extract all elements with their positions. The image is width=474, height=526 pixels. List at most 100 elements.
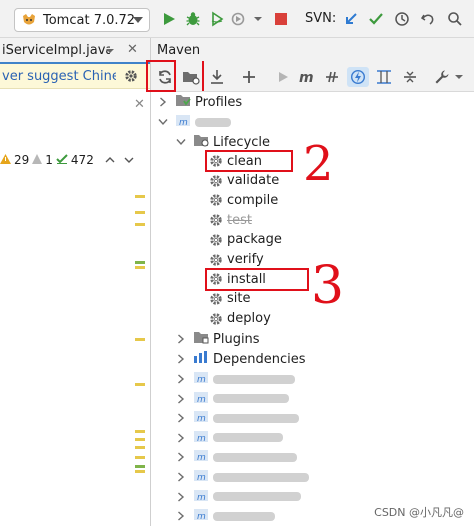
- history-icon[interactable]: [393, 10, 411, 28]
- tree-node-module[interactable]: m: [175, 369, 295, 389]
- chevron-right-icon[interactable]: [175, 491, 187, 503]
- run-icon[interactable]: [272, 67, 294, 87]
- gear-icon[interactable]: [124, 69, 138, 87]
- dependencies-label: Dependencies: [213, 351, 306, 367]
- close-icon[interactable]: ✕: [134, 97, 145, 112]
- run-config-selector[interactable]: Tomcat 7.0.72: [14, 8, 150, 32]
- gutter-marker[interactable]: [135, 446, 145, 449]
- lifecycle-phase-deploy[interactable]: deploy: [209, 309, 271, 329]
- highlight-reload-button: [146, 60, 176, 92]
- tree-node-module[interactable]: m: [175, 467, 309, 487]
- lifecycle-phase-verify[interactable]: verify: [209, 250, 264, 270]
- tree-node-project[interactable]: m: [157, 112, 231, 132]
- close-icon[interactable]: ✕: [127, 42, 138, 57]
- gutter-marker[interactable]: [135, 211, 145, 214]
- toggle-offline-icon[interactable]: [321, 67, 343, 87]
- chevron-down-icon[interactable]: [104, 42, 116, 60]
- chevron-down-icon: [133, 17, 143, 23]
- gutter-marker[interactable]: [135, 470, 145, 473]
- chevron-down-icon[interactable]: [175, 136, 187, 148]
- annotation-number: 3: [311, 256, 345, 316]
- phase-label: validate: [227, 173, 280, 189]
- lifecycle-phase-site[interactable]: site: [209, 289, 250, 309]
- gutter-marker[interactable]: [135, 456, 145, 459]
- show-dependencies-icon[interactable]: [373, 67, 395, 87]
- run-icon[interactable]: [160, 10, 178, 28]
- chevron-right-icon[interactable]: [175, 451, 187, 463]
- gutter-marker[interactable]: [135, 195, 145, 198]
- svg-text:m: m: [197, 434, 206, 443]
- chevron-right-icon[interactable]: [175, 353, 187, 365]
- chevron-down-icon[interactable]: [124, 153, 134, 167]
- chevron-down-icon[interactable]: [157, 116, 169, 128]
- gutter-marker[interactable]: [135, 338, 145, 341]
- maven-toolbar: m: [151, 62, 474, 92]
- chevron-right-icon[interactable]: [175, 333, 187, 345]
- phase-label: verify: [227, 252, 264, 267]
- typo-count: 472: [70, 153, 94, 167]
- redacted-module-name: [213, 433, 283, 443]
- run-with-profiler-icon[interactable]: [231, 10, 249, 28]
- chevron-right-icon[interactable]: [175, 393, 187, 405]
- gutter-marker[interactable]: [135, 261, 145, 264]
- debug-icon[interactable]: [184, 10, 202, 28]
- tree-node-plugins[interactable]: Plugins: [175, 329, 260, 349]
- gutter-marker[interactable]: [135, 266, 145, 269]
- editor-tab[interactable]: iServiceImpl.java ✕: [0, 38, 150, 64]
- tree-node-module[interactable]: m: [175, 389, 289, 409]
- tree-node-module[interactable]: m: [175, 408, 299, 428]
- execute-goal-icon[interactable]: m: [296, 67, 318, 87]
- lifecycle-phase-compile[interactable]: compile: [209, 190, 278, 210]
- search-icon[interactable]: [446, 10, 464, 28]
- gutter-marker[interactable]: [135, 383, 145, 386]
- chevron-right-icon[interactable]: [175, 510, 187, 522]
- svn-commit-icon[interactable]: [367, 10, 385, 28]
- weak-warning-count: 1: [45, 153, 53, 167]
- phase-label: test: [227, 212, 252, 228]
- notice-text[interactable]: ver suggest Chinese: [0, 69, 116, 84]
- chevron-right-icon[interactable]: [175, 471, 187, 483]
- plugins-folder-icon: [193, 330, 209, 348]
- chevron-down-icon[interactable]: [252, 10, 264, 28]
- svg-text:m: m: [197, 414, 206, 423]
- inspection-widget[interactable]: 29 1 472: [0, 150, 150, 170]
- tree-node-module[interactable]: m: [175, 506, 275, 526]
- chevron-right-icon[interactable]: [175, 432, 187, 444]
- revert-icon[interactable]: [419, 10, 437, 28]
- tree-node-module[interactable]: m: [175, 487, 301, 507]
- phase-label: site: [227, 291, 251, 307]
- tree-node-profiles[interactable]: Profiles: [157, 92, 242, 112]
- lifecycle-phase-validate[interactable]: validate: [209, 171, 279, 191]
- gutter-marker[interactable]: [135, 465, 145, 468]
- chevron-right-icon[interactable]: [157, 96, 169, 108]
- gutter-marker[interactable]: [135, 438, 145, 441]
- tree-node-module[interactable]: m: [175, 428, 283, 448]
- collapse-all-icon[interactable]: [399, 67, 421, 87]
- chevron-up-icon[interactable]: [105, 153, 115, 167]
- download-icon[interactable]: [206, 67, 228, 87]
- add-icon[interactable]: [238, 67, 260, 87]
- coverage-icon[interactable]: [208, 10, 226, 28]
- gutter-marker[interactable]: [135, 430, 145, 433]
- gutter-marker[interactable]: [135, 223, 145, 226]
- svn-update-icon[interactable]: [342, 10, 360, 28]
- svg-text:m: m: [197, 473, 206, 482]
- tree-node-lifecycle[interactable]: Lifecycle: [175, 132, 270, 152]
- highlight-clean: [205, 150, 293, 172]
- redacted-module-name: [213, 452, 297, 462]
- stop-icon[interactable]: [272, 10, 290, 28]
- chevron-right-icon[interactable]: [175, 373, 187, 385]
- lifecycle-phase-test[interactable]: test: [209, 210, 252, 230]
- generate-sources-icon[interactable]: [180, 67, 202, 87]
- maven-module-icon: m: [193, 370, 209, 388]
- redacted-module-name: [213, 511, 275, 521]
- tree-node-module[interactable]: m: [175, 447, 297, 467]
- chevron-right-icon[interactable]: [175, 412, 187, 424]
- svg-text:m: m: [179, 118, 188, 127]
- wrench-icon[interactable]: [431, 67, 453, 87]
- chevron-down-icon[interactable]: [453, 67, 465, 87]
- skip-tests-icon[interactable]: [347, 67, 369, 87]
- lifecycle-phase-package[interactable]: package: [209, 230, 282, 250]
- tree-node-dependencies[interactable]: Dependencies: [175, 349, 306, 369]
- run-config-label: Tomcat 7.0.72: [43, 12, 136, 28]
